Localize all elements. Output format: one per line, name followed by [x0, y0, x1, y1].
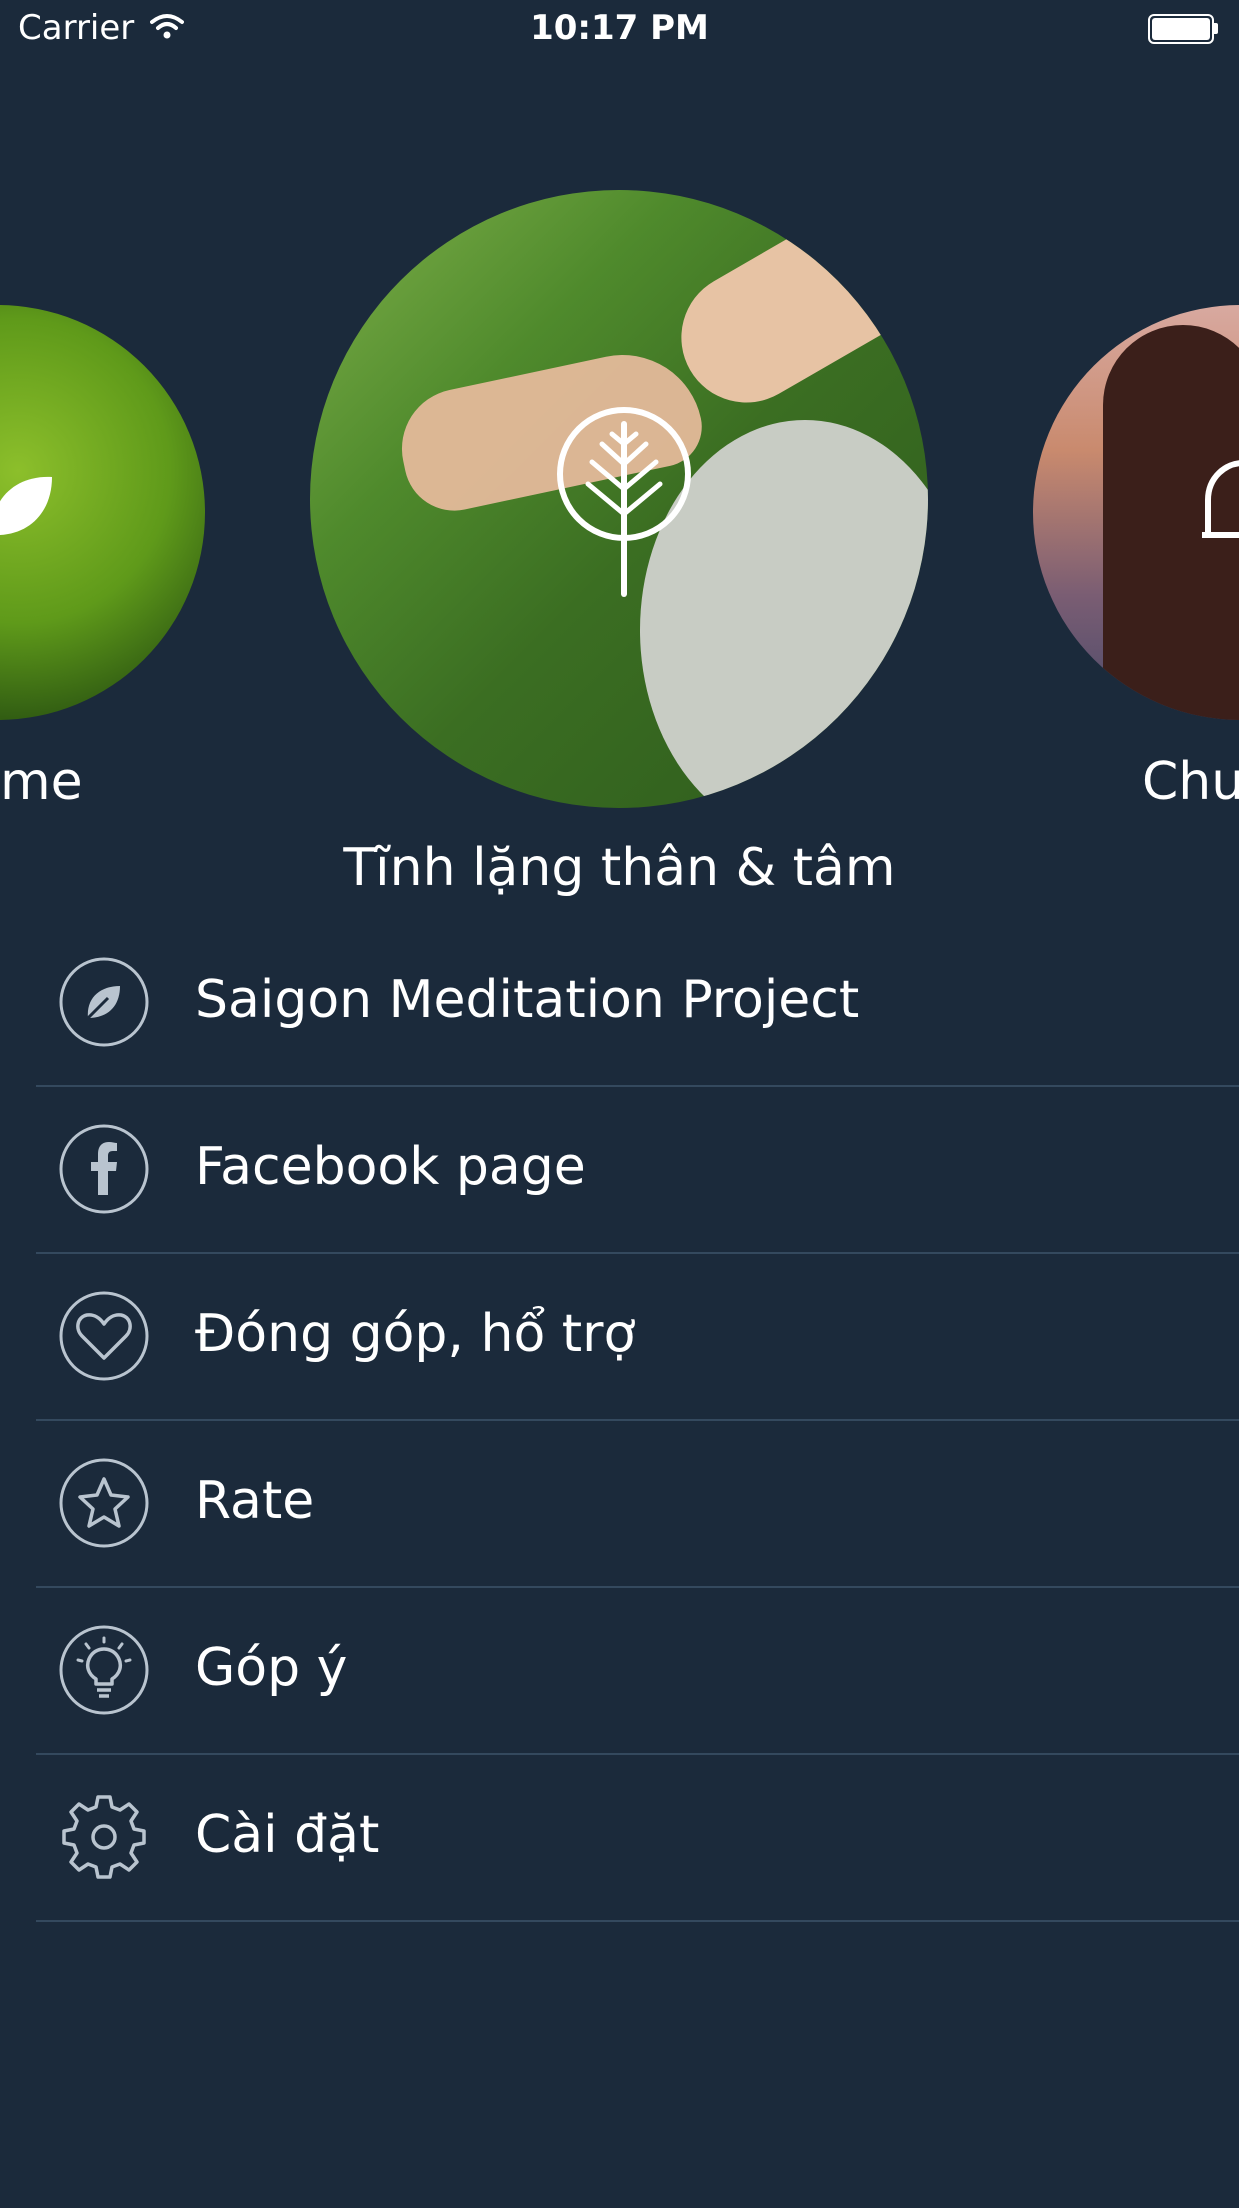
tree-icon [557, 407, 691, 597]
carousel-item-center[interactable] [310, 190, 928, 808]
leaf-icon [0, 476, 52, 535]
carousel-label-right: Chu [1142, 752, 1239, 812]
menu-item-saigon-meditation-project[interactable]: Saigon Meditation Project [36, 920, 1239, 1087]
status-time: 10:17 PM [530, 8, 709, 48]
menu-item-label: Saigon Meditation Project [195, 970, 860, 1030]
menu-list: Saigon Meditation Project Facebook page … [36, 920, 1239, 1922]
menu-item-label: Facebook page [195, 1137, 586, 1197]
carousel-label-center: Tĩnh lặng thân & tâm [343, 838, 896, 898]
gear-icon [62, 1795, 146, 1879]
menu-item-donate[interactable]: Đóng góp, hổ trợ [36, 1254, 1239, 1421]
carousel-item-right[interactable] [1033, 305, 1239, 720]
lightbulb-icon [59, 1625, 149, 1715]
leaf-icon [59, 957, 149, 1047]
carousel-item-left[interactable] [0, 305, 205, 720]
bell-icon [1202, 460, 1239, 538]
facebook-icon [59, 1124, 149, 1214]
menu-item-label: Rate [195, 1471, 315, 1531]
menu-item-settings[interactable]: Cài đặt [36, 1755, 1239, 1922]
menu-screen: Carrier 10:17 PM me Chu Tĩnh lặng thân &… [0, 0, 1239, 2208]
status-bar: Carrier 10:17 PM [0, 0, 1239, 60]
menu-item-label: Đóng góp, hổ trợ [195, 1304, 636, 1364]
menu-item-rate[interactable]: Rate [36, 1421, 1239, 1588]
heart-icon [59, 1291, 149, 1381]
carousel-label-left: me [0, 752, 83, 812]
star-icon [59, 1458, 149, 1548]
battery-icon [1148, 14, 1218, 44]
menu-item-label: Cài đặt [195, 1805, 380, 1865]
menu-item-feedback[interactable]: Góp ý [36, 1588, 1239, 1755]
menu-item-label: Góp ý [195, 1638, 348, 1698]
menu-item-facebook-page[interactable]: Facebook page [36, 1087, 1239, 1254]
